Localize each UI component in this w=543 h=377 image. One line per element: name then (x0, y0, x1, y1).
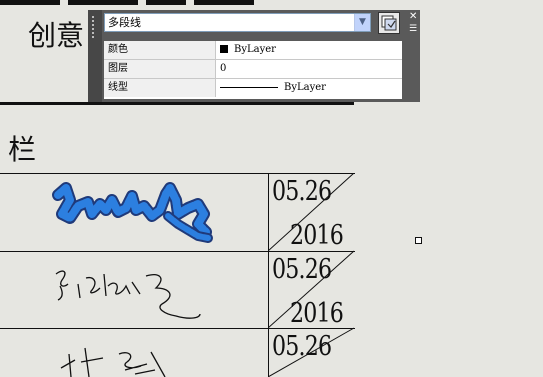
selected-signature-polyline[interactable] (48, 180, 218, 250)
property-name: 图层 (104, 60, 216, 78)
row3-date: 05.26 (272, 331, 332, 362)
cropped-header-text (0, 0, 300, 5)
selection-grip[interactable] (415, 237, 422, 244)
property-value[interactable]: ByLayer (217, 79, 402, 97)
property-row-layer[interactable]: 图层 0 (104, 60, 402, 79)
palette-menu-icon[interactable]: ☰ (409, 24, 417, 34)
row2-year: 2016 (290, 298, 344, 329)
property-row-linetype[interactable]: 线型 ByLayer (104, 79, 402, 98)
palette-side-bar: ✕ ☰ (406, 10, 420, 102)
row1-year: 2016 (290, 220, 344, 251)
title-underline (0, 102, 354, 105)
signature-row2 (55, 270, 201, 319)
property-name: 颜色 (104, 41, 216, 59)
property-value[interactable]: ByLayer (217, 41, 402, 59)
close-icon[interactable]: ✕ (409, 11, 417, 22)
drawing-title-text: 创意 (28, 19, 85, 52)
palette-drag-handle[interactable] (88, 10, 102, 102)
color-swatch (220, 44, 228, 53)
object-type-dropdown[interactable]: 多段线 (104, 13, 371, 32)
signature-row3 (60, 347, 166, 377)
property-row-color[interactable]: 颜色 ByLayer (104, 41, 402, 60)
row1-date: 05.26 (272, 176, 332, 207)
row2-date: 05.26 (272, 254, 332, 285)
quick-properties-palette: 多段线 ▼ ✕ ☰ 颜色 ByLayer 图层 0 线型 ByLayer (88, 10, 420, 102)
properties-grid: 颜色 ByLayer 图层 0 线型 ByLayer (104, 41, 402, 99)
property-value[interactable]: 0 (217, 60, 402, 78)
quick-select-icon (381, 15, 397, 31)
section-label: 栏 (8, 133, 37, 166)
quick-select-button[interactable] (378, 12, 400, 34)
chevron-down-icon[interactable]: ▼ (354, 14, 370, 31)
property-name: 线型 (104, 79, 216, 97)
linetype-preview (220, 87, 278, 88)
